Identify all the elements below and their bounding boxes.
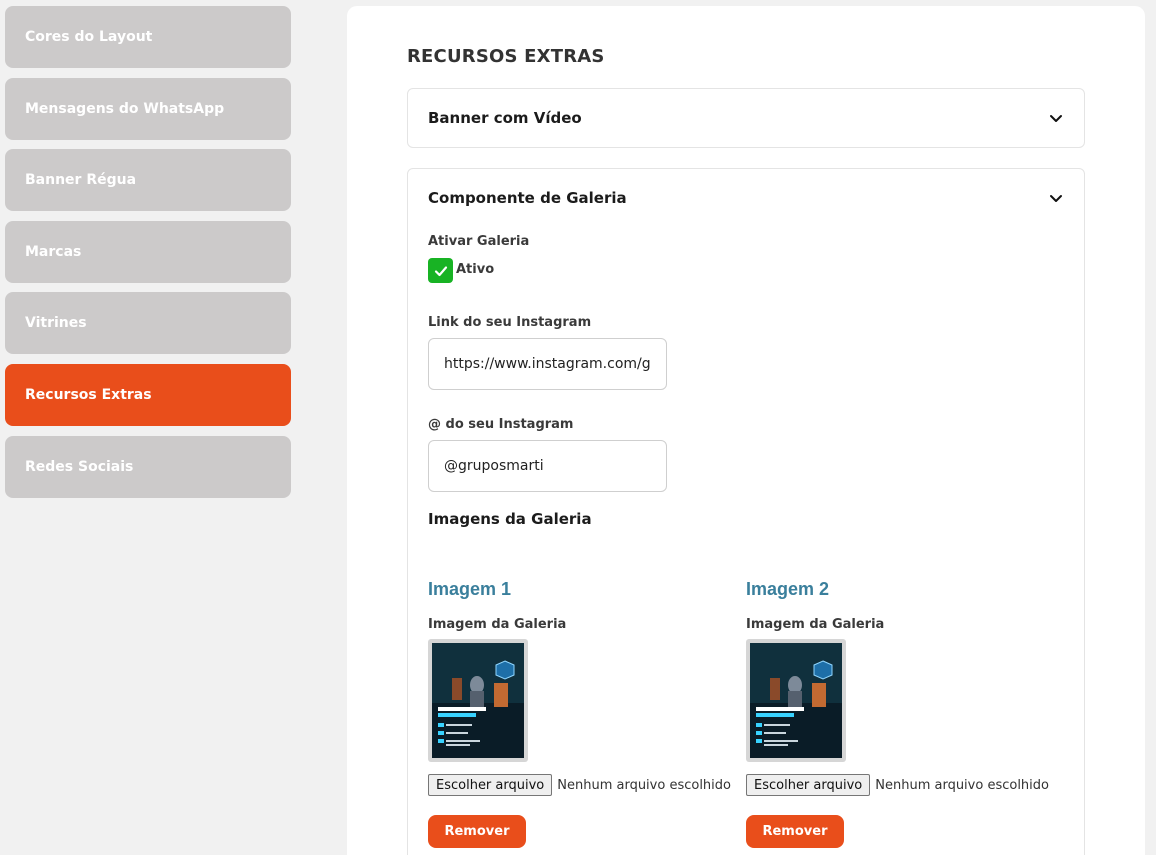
checkbox-label: Ativo bbox=[456, 262, 495, 277]
sidebar-item-label: Mensagens do WhatsApp bbox=[25, 100, 225, 117]
remove-image-button[interactable]: Remover bbox=[428, 815, 526, 848]
instagram-handle-label: @ do seu Instagram bbox=[428, 417, 574, 432]
sidebar-item-vitrines[interactable]: Vitrines bbox=[5, 292, 291, 355]
sidebar-item-label: Banner Régua bbox=[25, 172, 137, 189]
file-picker: Escolher arquivo Nenhum arquivo escolhid… bbox=[746, 774, 1056, 796]
enable-gallery-label: Ativar Galeria bbox=[428, 234, 530, 249]
instagram-link-label: Link do seu Instagram bbox=[428, 315, 592, 330]
sidebar-item-label: Cores do Layout bbox=[25, 29, 153, 45]
remove-image-button[interactable]: Remover bbox=[746, 815, 844, 848]
file-picker: Escolher arquivo Nenhum arquivo escolhid… bbox=[428, 774, 738, 796]
gallery-toggle[interactable]: Componente de Galeria bbox=[408, 169, 1084, 227]
choose-file-button[interactable]: Escolher arquivo bbox=[746, 774, 871, 796]
image-title: Imagem 1 bbox=[428, 579, 512, 599]
page-title: RECURSOS EXTRAS bbox=[407, 46, 605, 67]
sidebar-item-label: Recursos Extras bbox=[25, 386, 152, 403]
image-thumbnail bbox=[746, 639, 846, 762]
gallery-active-checkbox[interactable] bbox=[428, 258, 453, 283]
gallery-image-preview bbox=[750, 643, 842, 758]
image-label: Imagem da Galeria bbox=[428, 617, 567, 632]
sidebar: Cores do Layout Mensagens do WhatsApp Ba… bbox=[5, 6, 291, 507]
sidebar-item-mensagens-whatsapp[interactable]: Mensagens do WhatsApp bbox=[5, 77, 291, 140]
image-title: Imagem 2 bbox=[746, 579, 830, 599]
sidebar-item-marcas[interactable]: Marcas bbox=[5, 220, 291, 283]
sidebar-item-label: Redes Sociais bbox=[25, 458, 134, 475]
banner-video-card: Banner com Vídeo bbox=[407, 88, 1085, 148]
sidebar-item-label: Marcas bbox=[25, 243, 82, 260]
file-status-text: Nenhum arquivo escolhido bbox=[875, 777, 1049, 793]
chevron-down-icon bbox=[1050, 195, 1062, 202]
main-panel: RECURSOS EXTRAS Banner com Vídeo Compone… bbox=[347, 6, 1145, 855]
sidebar-item-label: Vitrines bbox=[25, 315, 87, 332]
sidebar-item-recursos-extras[interactable]: Recursos Extras bbox=[5, 363, 291, 426]
sidebar-item-cores-do-layout[interactable]: Cores do Layout bbox=[5, 6, 291, 68]
gallery-image-1: Imagem 1 Imagem da Galeria Escolher arqu… bbox=[428, 579, 738, 848]
sidebar-item-banner-regua[interactable]: Banner Régua bbox=[5, 149, 291, 212]
choose-file-button[interactable]: Escolher arquivo bbox=[428, 774, 553, 796]
chevron-down-icon bbox=[1050, 115, 1062, 122]
gallery-title: Componente de Galeria bbox=[428, 189, 627, 207]
instagram-link-input[interactable] bbox=[428, 338, 667, 390]
image-label: Imagem da Galeria bbox=[746, 617, 885, 632]
gallery-image-preview bbox=[432, 643, 524, 758]
sidebar-item-redes-sociais[interactable]: Redes Sociais bbox=[5, 435, 291, 498]
file-status-text: Nenhum arquivo escolhido bbox=[557, 777, 731, 793]
image-thumbnail bbox=[428, 639, 528, 762]
gallery-card: Componente de Galeria Ativar Galeria Ati… bbox=[407, 168, 1085, 855]
instagram-handle-input[interactable] bbox=[428, 440, 667, 492]
banner-video-toggle[interactable]: Banner com Vídeo bbox=[408, 89, 1084, 147]
gallery-image-2: Imagem 2 Imagem da Galeria Escolher arqu… bbox=[746, 579, 1056, 848]
gallery-images-heading: Imagens da Galeria bbox=[428, 510, 592, 528]
checkmark-icon bbox=[434, 265, 447, 276]
banner-video-title: Banner com Vídeo bbox=[428, 109, 582, 127]
